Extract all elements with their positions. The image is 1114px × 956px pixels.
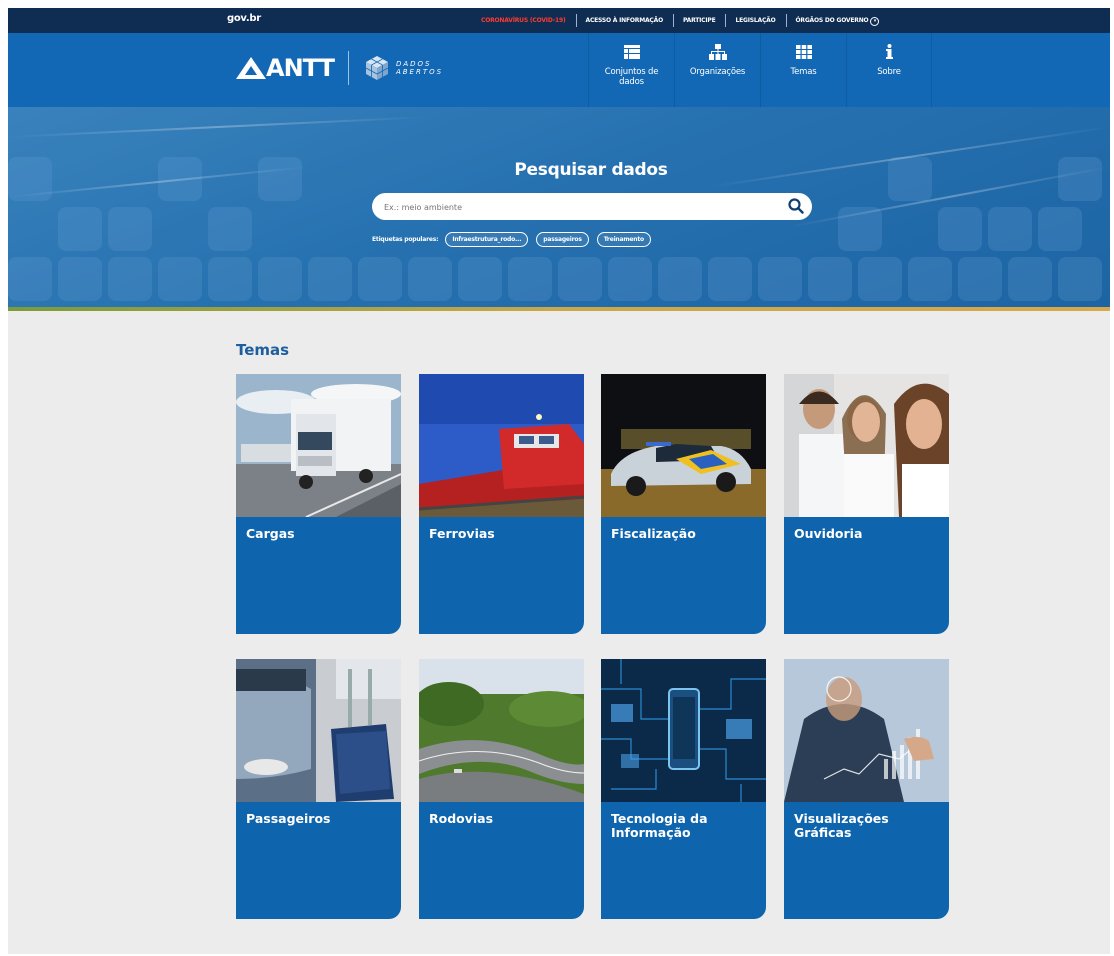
theme-card-visualizacoes[interactable]: Visualizações Gráficas xyxy=(784,659,949,919)
theme-card-ouvidoria[interactable]: Ouvidoria xyxy=(784,374,949,634)
rodovias-image xyxy=(419,659,584,802)
theme-name: Cargas xyxy=(246,526,295,541)
fiscalizacao-image xyxy=(601,374,766,517)
gov-bar: gov.br CORONAVÍRUS (COVID-19) ACESSO À I… xyxy=(8,8,1110,33)
nav-organizacoes-label: Organizações xyxy=(689,67,746,77)
themes-title: Temas xyxy=(236,341,290,359)
search-icon[interactable] xyxy=(788,198,804,218)
gov-links: CORONAVÍRUS (COVID-19) ACESSO À INFORMAÇ… xyxy=(481,8,889,33)
theme-card-cargas[interactable]: Cargas xyxy=(236,374,401,634)
tag-treinamento[interactable]: Treinamento xyxy=(596,232,651,247)
search-box xyxy=(372,193,812,220)
theme-card-ferrovias[interactable]: Ferrovias xyxy=(419,374,584,634)
logo-divider xyxy=(347,51,349,85)
ferrovias-image xyxy=(419,374,584,517)
covid-link[interactable]: CORONAVÍRUS (COVID-19) xyxy=(481,8,576,33)
popular-tags: Etiquetas populares: Infraestrutura_rodo… xyxy=(372,232,659,247)
theme-name: Passageiros xyxy=(246,811,331,826)
site-header: ANTT DADOS ABERTOS Conjuntos de dados Or… xyxy=(8,33,1110,107)
visualizacoes-image xyxy=(784,659,949,802)
page: gov.br CORONAVÍRUS (COVID-19) ACESSO À I… xyxy=(8,8,1110,954)
theme-name: Visualizações Gráficas xyxy=(794,811,889,840)
acesso-informacao-link[interactable]: ACESSO À INFORMAÇÃO xyxy=(575,8,673,33)
table-icon xyxy=(623,45,640,59)
theme-name: Fiscalização xyxy=(611,526,696,541)
nav-sobre[interactable]: Sobre xyxy=(846,33,932,107)
antt-triangle-icon xyxy=(236,57,266,79)
nav-temas-label: Temas xyxy=(790,67,817,77)
cargas-image xyxy=(236,374,401,517)
theme-card-tecnologia[interactable]: Tecnologia da Informação xyxy=(601,659,766,919)
hero-divider xyxy=(8,307,1110,311)
passageiros-image xyxy=(236,659,401,802)
main-nav: Conjuntos de dados Organizações Temas So… xyxy=(588,33,932,107)
chevron-down-icon: ▾ xyxy=(870,17,880,26)
govbr-link[interactable]: gov.br xyxy=(227,13,261,24)
tag-passageiros[interactable]: passageiros xyxy=(536,232,589,247)
dados-abertos-logo: DADOS ABERTOS xyxy=(363,54,443,82)
grid-icon xyxy=(795,45,812,59)
tecnologia-image xyxy=(601,659,766,802)
nav-organizacoes[interactable]: Organizações xyxy=(674,33,760,107)
theme-card-fiscalizacao[interactable]: Fiscalização xyxy=(601,374,766,634)
theme-name: Ouvidoria xyxy=(794,526,863,541)
orgaos-governo-label: ÓRGÃOS DO GOVERNO xyxy=(795,17,869,24)
nav-sobre-label: Sobre xyxy=(877,67,901,77)
theme-name: Ferrovias xyxy=(429,526,495,541)
nav-conjuntos-de-dados[interactable]: Conjuntos de dados xyxy=(588,33,674,107)
search-hero: Pesquisar dados Etiquetas populares: Inf… xyxy=(8,107,1110,307)
theme-card-rodovias[interactable]: Rodovias xyxy=(419,659,584,919)
antt-logo-text: ANTT xyxy=(266,54,335,82)
search-input[interactable] xyxy=(382,197,776,217)
orgaos-governo-link[interactable]: ÓRGÃOS DO GOVERNO ▾ xyxy=(785,8,890,33)
antt-logo: ANTT xyxy=(236,54,335,82)
popular-tags-label: Etiquetas populares: xyxy=(372,236,439,243)
nav-conjuntos-label: Conjuntos de dados xyxy=(604,67,659,87)
theme-name: Rodovias xyxy=(429,811,494,826)
info-icon xyxy=(886,44,893,59)
abertos-label: ABERTOS xyxy=(395,68,444,76)
org-chart-icon xyxy=(708,44,727,60)
nav-temas[interactable]: Temas xyxy=(760,33,846,107)
tag-infraestrutura[interactable]: Infraestrutura_rodo... xyxy=(445,232,529,247)
theme-card-passageiros[interactable]: Passageiros xyxy=(236,659,401,919)
ouvidoria-image xyxy=(784,374,949,517)
dados-label: DADOS xyxy=(395,60,432,68)
cube-icon xyxy=(365,56,389,80)
search-title: Pesquisar dados xyxy=(514,160,668,180)
theme-name: Tecnologia da Informação xyxy=(611,811,708,840)
site-logo[interactable]: ANTT DADOS ABERTOS xyxy=(236,51,443,85)
participe-link[interactable]: PARTICIPE xyxy=(672,8,726,33)
legislacao-link[interactable]: LEGISLAÇÃO xyxy=(725,8,785,33)
